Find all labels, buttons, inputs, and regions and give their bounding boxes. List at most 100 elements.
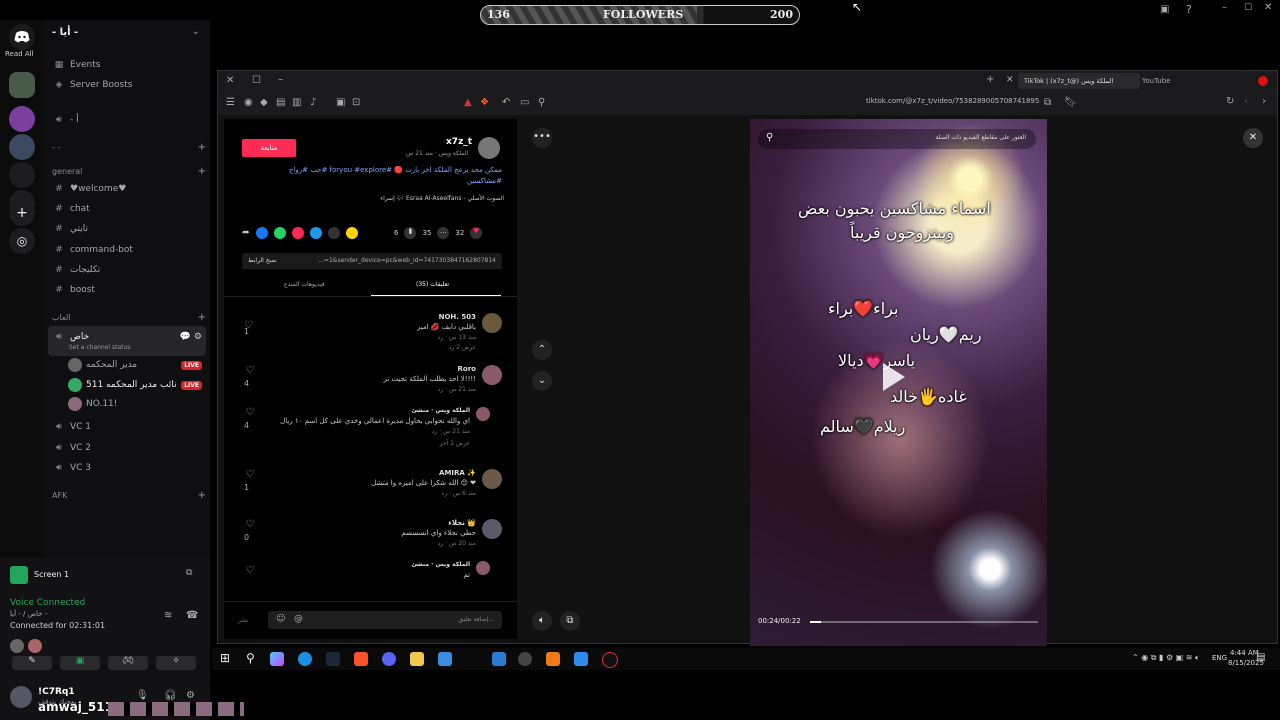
voice-channel-top[interactable]: 🔊︎ - أ (52, 111, 212, 129)
comment-author[interactable]: AMIRA ✨ (439, 469, 476, 477)
search-icon[interactable]: ⚲ (246, 651, 255, 665)
close-icon[interactable]: ✕ (1264, 2, 1272, 13)
plus-icon[interactable]: + (198, 490, 206, 501)
reload-icon[interactable]: ↻ (1226, 96, 1234, 107)
forward-icon[interactable]: ‹ (1244, 96, 1248, 107)
comment-input[interactable]: ☺ @ إضافة تعليق... (268, 611, 502, 629)
comment-author[interactable]: Roro (458, 365, 476, 373)
author-name[interactable]: x7z_t (446, 137, 472, 147)
screen-label[interactable]: Screen 1 (34, 570, 69, 579)
app-icon[interactable] (574, 652, 588, 666)
avatar[interactable] (482, 365, 502, 385)
facebook-icon[interactable] (255, 227, 268, 239)
app-icon[interactable] (546, 652, 560, 666)
app-icon[interactable] (492, 652, 506, 666)
extension-icon[interactable]: ◆ (260, 97, 268, 108)
clock-time[interactable]: 4:44 AM (1230, 649, 1259, 657)
maximize-icon[interactable]: ☐ (252, 75, 261, 86)
share-icon[interactable]: ➦ (242, 228, 250, 238)
camera-off-button[interactable]: ✎ (12, 656, 52, 670)
voice-channel-vc2[interactable]: 🔊︎ VC 2 (52, 439, 212, 457)
edge-icon[interactable] (298, 652, 312, 666)
close-video-button[interactable]: ✕ (1243, 128, 1263, 148)
snapchat-icon[interactable] (345, 227, 358, 239)
copilot-icon[interactable] (270, 652, 284, 666)
telegram-icon[interactable] (309, 227, 322, 239)
bookmark-icon[interactable]: 🔖︎ (1064, 97, 1077, 108)
server-icon[interactable] (9, 162, 35, 188)
brave-rewards-icon[interactable]: ▲ (464, 97, 472, 108)
sidebar-icon[interactable]: ▥ (292, 97, 301, 108)
notifications-icon[interactable]: ▤ (1256, 652, 1265, 663)
disconnect-icon[interactable]: ☎ (186, 610, 198, 621)
channel-arabic-1[interactable]: # تايتي (52, 220, 212, 238)
post-comment-button[interactable]: نشر (238, 617, 248, 624)
read-all-label[interactable]: Read All (5, 50, 34, 58)
help-icon[interactable]: ? (1186, 3, 1192, 16)
discord-icon[interactable] (382, 652, 396, 666)
plus-icon[interactable]: + (198, 142, 206, 153)
category-dash[interactable]: - - + (52, 138, 212, 156)
tiktok-share-icon[interactable] (291, 227, 304, 239)
next-video-button[interactable]: ⌄ (532, 371, 552, 391)
author-avatar[interactable] (478, 137, 500, 159)
video-progress-track[interactable] (810, 621, 1038, 623)
sound-link[interactable]: الصوت الأصلي - Esraa Al-Aseelfans 🎶 إسرا… (324, 195, 504, 202)
heart-icon[interactable]: ♡ (244, 469, 256, 480)
user-avatar[interactable] (10, 686, 32, 708)
tab-comments[interactable]: تعليقات (35) (416, 281, 449, 288)
plus-icon[interactable]: + (198, 166, 206, 177)
file-explorer-icon[interactable] (410, 652, 424, 666)
video-caption[interactable]: ممكن محد يزعج الملكة اخر بارت 🔴 #foryou … (264, 165, 502, 187)
more-options-icon[interactable]: ••• (532, 128, 552, 148)
tray-icons[interactable]: ⌃ ◉ ⧉ ▮ ⚙ ▣ ≋ 🔈︎ (1132, 653, 1200, 663)
previous-video-button[interactable]: ⌃ (532, 340, 552, 360)
channel-status-input[interactable]: Set a channel status (69, 344, 130, 351)
server-icon[interactable] (9, 106, 35, 132)
server-icon-active[interactable] (9, 72, 35, 98)
inbox-icon[interactable]: ▣ (1160, 4, 1169, 15)
plus-icon[interactable]: + (198, 312, 206, 323)
activity-button[interactable]: 🎮︎ (108, 656, 148, 670)
follow-button[interactable]: متابعة (242, 139, 296, 157)
heart-icon[interactable]: ♡ (244, 565, 256, 576)
brave-icon[interactable] (354, 652, 368, 666)
mic-icon[interactable]: 🎙︎ (136, 690, 149, 701)
whatsapp-icon[interactable] (273, 227, 286, 239)
user-settings-icon[interactable]: ⚙ (186, 690, 195, 701)
discord-home-icon[interactable] (9, 24, 35, 50)
comment-author[interactable]: NOH. 503 (439, 313, 476, 321)
tab-youtube[interactable]: YouTube (1142, 73, 1170, 89)
extension-icon[interactable]: ▤ (276, 97, 285, 108)
settings-icon[interactable] (518, 652, 532, 666)
avatar[interactable] (482, 519, 502, 539)
avatar[interactable] (482, 469, 502, 489)
server-icon[interactable] (9, 134, 35, 160)
events-item[interactable]: ▦ Events (52, 56, 212, 74)
active-voice-channel[interactable]: 🔊︎ خاص 💬 ⚙ Set a channel status (48, 326, 206, 356)
embed-icon[interactable] (327, 227, 340, 239)
undo-icon[interactable]: ↶ (502, 97, 510, 108)
picture-in-picture-icon[interactable]: ⧉ (560, 611, 580, 631)
video-player[interactable]: ⚲ العثور على مقاطع الفيديو ذات الصلة اسم… (750, 119, 1047, 646)
voice-connected-label[interactable]: Voice Connected (10, 598, 85, 608)
category-voice[interactable]: العاب + (52, 308, 212, 326)
new-tab-icon[interactable]: + (986, 74, 994, 85)
channel-boost[interactable]: # boost (52, 281, 212, 299)
voice-channel-vc3[interactable]: 🔊︎ VC 3 (52, 459, 212, 477)
back-icon[interactable]: › (1262, 96, 1266, 107)
view-replies-button[interactable]: عرض 1 آخر (440, 440, 470, 447)
extension-icon[interactable]: ◉ (244, 97, 253, 108)
heart-icon[interactable]: ♡ (244, 519, 256, 530)
comment-author[interactable]: الملكة ويس · منشئ (411, 561, 470, 568)
avatar[interactable] (476, 407, 490, 421)
category-general[interactable]: general + (52, 162, 212, 180)
voice-member[interactable]: نائب مدير المحكمه 511 LIVE (68, 376, 202, 394)
username[interactable]: !C7Rq1 (38, 687, 75, 697)
add-server-icon[interactable]: + (9, 200, 35, 226)
tab-creator-videos[interactable]: فيديوهات المبدع (284, 281, 325, 288)
music-icon[interactable]: ♪ (310, 97, 316, 108)
windows-start-icon[interactable]: ⊞ (220, 651, 230, 665)
comment-author[interactable]: الملكة ويس · منشئ (411, 407, 470, 414)
comment-author[interactable]: نجلاء 👑 (448, 519, 476, 527)
